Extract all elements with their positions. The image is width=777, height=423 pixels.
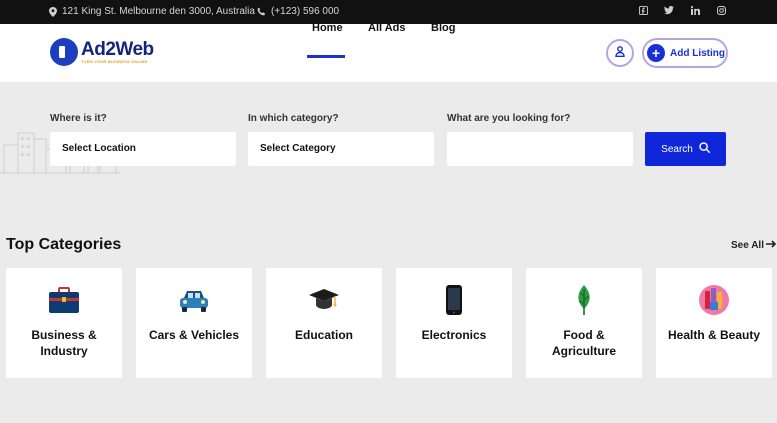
search-icon [699, 142, 710, 156]
smartphone-icon [446, 285, 462, 315]
linkedin-icon[interactable] [689, 6, 701, 18]
instagram-icon[interactable] [715, 6, 727, 18]
category-card-business[interactable]: Business & Industry [6, 268, 122, 378]
add-listing-button[interactable]: + Add Listing [642, 38, 728, 68]
top-bar: 121 King St. Melbourne den 3000, Austral… [0, 0, 777, 24]
category-label: Cars & Vehicles [148, 328, 240, 342]
category-select[interactable]: Select Category [248, 132, 434, 166]
nav-link-blog[interactable]: Blog [431, 22, 455, 34]
facebook-icon[interactable] [637, 5, 649, 18]
active-nav-indicator [307, 55, 345, 58]
category-card-electronics[interactable]: Electronics [396, 268, 512, 378]
category-card-cars[interactable]: Cars & Vehicles [136, 268, 252, 378]
top-categories-title: Top Categories [6, 236, 122, 253]
category-card-education[interactable]: Education [266, 268, 382, 378]
search-button-label: Search [661, 143, 693, 155]
address-text: 121 King St. Melbourne den 3000, Austral… [62, 6, 255, 17]
briefcase-icon [49, 287, 79, 313]
cosmetics-icon [699, 285, 729, 315]
category-card-health[interactable]: Health & Beauty [656, 268, 772, 378]
leaf-icon [578, 285, 590, 315]
phone-text: (+123) 596 000 [271, 6, 340, 17]
user-icon [615, 44, 625, 62]
phone-info[interactable]: (+123) 596 000 [257, 6, 339, 17]
keyword-label: What are you looking for? [447, 113, 571, 124]
logo-name: Ad2Web [81, 39, 154, 60]
add-listing-label: Add Listing [670, 47, 725, 59]
nav-link-all-ads[interactable]: All Ads [368, 22, 406, 34]
plus-icon: + [647, 44, 665, 62]
graduation-cap-icon [309, 289, 339, 309]
see-all-link[interactable]: See All [731, 240, 777, 251]
location-pin-icon [49, 6, 57, 17]
category-label: Electronics [421, 328, 487, 342]
category-cards: Business & Industry Cars & Vehicles Educ… [6, 268, 772, 378]
location-label: Where is it? [50, 113, 107, 124]
search-button[interactable]: Search [645, 132, 726, 166]
category-label: Business & Industry [31, 328, 97, 358]
twitter-icon[interactable] [663, 6, 675, 18]
site-logo[interactable]: Ad2Web TURN YOUR BUSINESS ONLINE [50, 38, 154, 66]
see-all-label: See All [731, 240, 764, 251]
keyword-input[interactable] [447, 132, 633, 166]
arrow-right-icon [765, 240, 777, 251]
category-label: In which category? [248, 113, 339, 124]
category-card-food[interactable]: Food & Agriculture [526, 268, 642, 378]
category-label: Food & Agriculture [551, 328, 616, 358]
logo-tagline: TURN YOUR BUSINESS ONLINE [81, 59, 148, 64]
car-icon [180, 291, 208, 312]
social-links [637, 5, 727, 18]
phone-icon [257, 7, 266, 16]
nav-link-home[interactable]: Home [312, 22, 343, 34]
category-label: Education [294, 328, 353, 342]
category-select-value: Select Category [260, 143, 336, 154]
category-label: Health & Beauty [667, 328, 761, 342]
logo-mark-icon [50, 38, 78, 66]
location-select-value: Select Location [62, 143, 136, 154]
address-info: 121 King St. Melbourne den 3000, Austral… [49, 6, 255, 17]
location-select[interactable]: Select Location [50, 132, 236, 166]
user-account-button[interactable] [606, 39, 634, 67]
